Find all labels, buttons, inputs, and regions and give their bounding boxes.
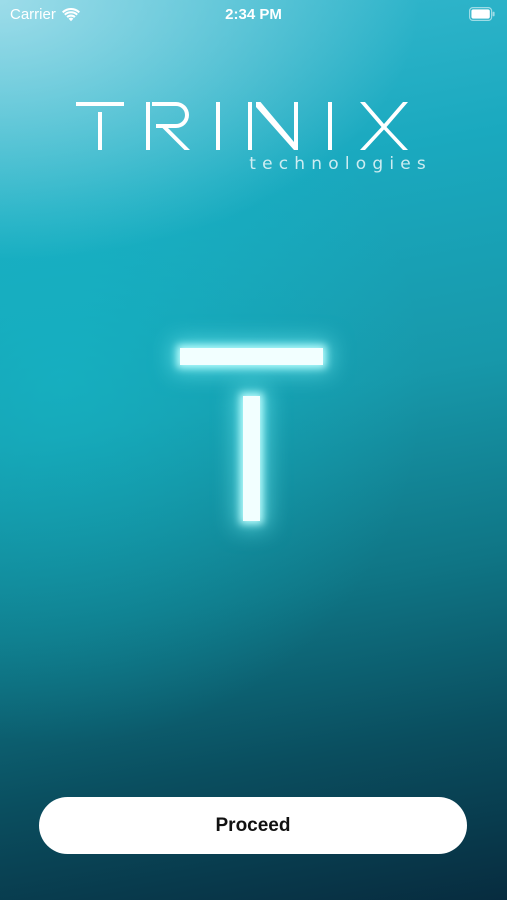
status-bar: Carrier 2:34 PM <box>0 0 507 30</box>
logo-subtitle: technologies <box>249 154 432 174</box>
trinix-wordmark-logo <box>76 102 408 150</box>
emblem-stem-bar <box>243 396 260 521</box>
brand-logo: technologies <box>76 96 432 180</box>
status-time: 2:34 PM <box>225 6 282 23</box>
emblem-top-bar <box>180 348 323 365</box>
battery-icon <box>469 7 495 21</box>
proceed-button[interactable]: Proceed <box>39 797 467 854</box>
glowing-t-icon <box>172 340 332 530</box>
